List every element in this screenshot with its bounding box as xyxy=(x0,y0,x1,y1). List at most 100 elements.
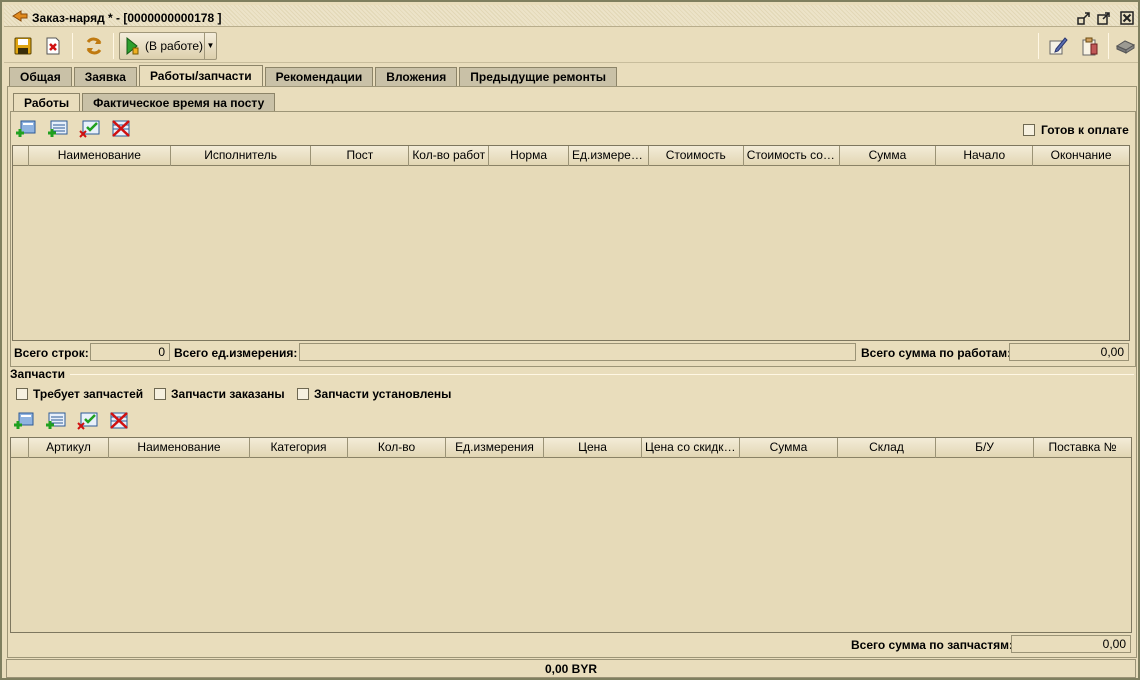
parts-installed-label: Запчасти установлены xyxy=(314,387,452,401)
column-header[interactable]: Кол-во xyxy=(348,438,446,458)
save-button[interactable] xyxy=(10,32,36,60)
add-row-icon xyxy=(48,120,68,137)
column-header[interactable]: Норма xyxy=(489,146,569,166)
play-icon xyxy=(126,36,139,56)
close-icon[interactable] xyxy=(1120,11,1134,25)
parts-installed-checkbox[interactable]: Запчасти установлены xyxy=(297,387,451,401)
column-header[interactable]: Цена со скидкой xyxy=(642,438,740,458)
column-header[interactable]: Окончание xyxy=(1033,146,1129,166)
column-header[interactable]: Наименование xyxy=(109,438,250,458)
total-units-field xyxy=(299,343,856,361)
parts-ordered-checkbox[interactable]: Запчасти заказаны xyxy=(154,387,285,401)
delete-table-icon xyxy=(112,120,130,137)
row-selector-header xyxy=(11,438,29,458)
column-header[interactable]: Начало xyxy=(936,146,1034,166)
save-icon xyxy=(14,37,32,55)
print-button[interactable] xyxy=(1112,32,1138,60)
chevron-down-icon[interactable]: ▼ xyxy=(204,33,216,59)
column-header[interactable]: Стоимость со ... xyxy=(744,146,840,166)
status-bar-total: 0,00 BYR xyxy=(6,659,1136,678)
toolbar-separator xyxy=(1108,33,1109,59)
ready-to-pay-checkbox-box[interactable] xyxy=(1023,124,1035,136)
subtab-works[interactable]: Работы xyxy=(13,93,81,112)
check-rows-button[interactable] xyxy=(78,118,102,140)
row-selector-header xyxy=(13,146,29,166)
delete-table-icon xyxy=(110,412,128,429)
parts-total-sum-label: Всего сумма по запчастям: xyxy=(851,638,1014,652)
tab-previous-repairs[interactable]: Предыдущие ремонты xyxy=(459,67,617,86)
parts-section-title: Запчасти xyxy=(10,367,66,381)
check-part-rows-button[interactable] xyxy=(76,410,100,432)
total-rows-field: 0 xyxy=(90,343,170,361)
window: Заказ-наряд * - [0000000000178 ] (В рабо… xyxy=(0,0,1140,680)
toolbar-separator xyxy=(72,33,73,59)
works-total-sum-field: 0,00 xyxy=(1009,343,1129,361)
close-document-button[interactable] xyxy=(40,32,66,60)
checkmark-delete-icon xyxy=(77,412,98,430)
ready-to-pay-checkbox[interactable]: Готов к оплате xyxy=(1023,123,1129,137)
section-divider xyxy=(70,374,1134,375)
add-part-row-button[interactable] xyxy=(44,410,68,432)
minimize-icon[interactable] xyxy=(1077,11,1091,25)
column-header[interactable]: Кол-во работ xyxy=(409,146,490,166)
subtab-actual-time[interactable]: Фактическое время на посту xyxy=(82,93,276,112)
column-header[interactable]: Сумма xyxy=(840,146,937,166)
printer-icon xyxy=(1115,40,1136,54)
notes-button[interactable] xyxy=(1044,32,1072,60)
add-row-icon xyxy=(46,412,66,429)
column-header[interactable]: Цена xyxy=(544,438,642,458)
delete-document-icon xyxy=(46,37,60,55)
tab-attachments[interactable]: Вложения xyxy=(375,67,458,86)
total-units-label: Всего ед.измерения: xyxy=(174,346,298,360)
delete-row-button[interactable] xyxy=(109,118,133,140)
tab-recommendations[interactable]: Рекомендации xyxy=(264,67,374,86)
column-header[interactable]: Поставка № xyxy=(1034,438,1131,458)
column-header[interactable]: Наименование xyxy=(29,146,171,166)
add-work-button[interactable] xyxy=(14,118,38,140)
checkmark-delete-icon xyxy=(79,120,100,138)
column-header[interactable]: Исполнитель xyxy=(171,146,312,166)
clipboard-button[interactable] xyxy=(1076,32,1104,60)
column-header[interactable]: Ед.измерения xyxy=(446,438,544,458)
maximize-icon[interactable] xyxy=(1097,11,1111,25)
needs-parts-checkbox-box[interactable] xyxy=(16,388,28,400)
total-rows-label: Всего строк: xyxy=(14,346,89,360)
tab-works-parts[interactable]: Работы/запчасти xyxy=(138,65,263,86)
column-header[interactable]: Стоимость xyxy=(649,146,744,166)
parts-ordered-checkbox-box[interactable] xyxy=(154,388,166,400)
parts-installed-checkbox-box[interactable] xyxy=(297,388,309,400)
add-from-catalog-icon xyxy=(16,120,36,137)
works-table[interactable]: Наименование Исполнитель Пост Кол-во раб… xyxy=(12,145,1130,341)
add-from-catalog-icon xyxy=(14,412,34,429)
tab-request[interactable]: Заявка xyxy=(73,67,137,86)
add-row-button[interactable] xyxy=(46,118,70,140)
column-header[interactable]: Сумма xyxy=(740,438,838,458)
window-title: Заказ-наряд * - [0000000000178 ] xyxy=(32,11,222,25)
parts-table[interactable]: Артикул Наименование Категория Кол-во Ед… xyxy=(10,437,1132,633)
delete-part-row-button[interactable] xyxy=(107,410,131,432)
works-total-sum-label: Всего сумма по работам: xyxy=(861,346,1012,360)
parts-total-sum-field: 0,00 xyxy=(1011,635,1131,653)
main-tabs: Общая Заявка Работы/запчасти Рекомендаци… xyxy=(9,65,619,86)
needs-parts-checkbox[interactable]: Требует запчастей xyxy=(16,387,143,401)
tab-general[interactable]: Общая xyxy=(9,67,72,86)
toolbar: (В работе) ▼ xyxy=(4,29,1138,63)
clipboard-icon xyxy=(1082,37,1098,56)
works-subtabs: Работы Фактическое время на посту xyxy=(13,93,277,112)
toolbar-separator xyxy=(113,33,114,59)
needs-parts-label: Требует запчастей xyxy=(33,387,144,401)
parts-ordered-label: Запчасти заказаны xyxy=(171,387,285,401)
column-header[interactable]: Категория xyxy=(250,438,348,458)
column-header[interactable]: Пост xyxy=(311,146,410,166)
column-header[interactable]: Ед.измерен... xyxy=(569,146,649,166)
column-header[interactable]: Б/У xyxy=(936,438,1034,458)
toolbar-separator xyxy=(1038,33,1039,59)
app-icon xyxy=(12,9,28,26)
column-header[interactable]: Склад xyxy=(838,438,936,458)
refresh-button[interactable] xyxy=(80,32,108,60)
column-header[interactable]: Артикул xyxy=(29,438,109,458)
title-bar: Заказ-наряд * - [0000000000178 ] xyxy=(4,5,1138,27)
parts-table-header: Артикул Наименование Категория Кол-во Ед… xyxy=(11,438,1131,458)
add-part-button[interactable] xyxy=(12,410,36,432)
status-dropdown-button[interactable]: (В работе) ▼ xyxy=(119,32,217,60)
